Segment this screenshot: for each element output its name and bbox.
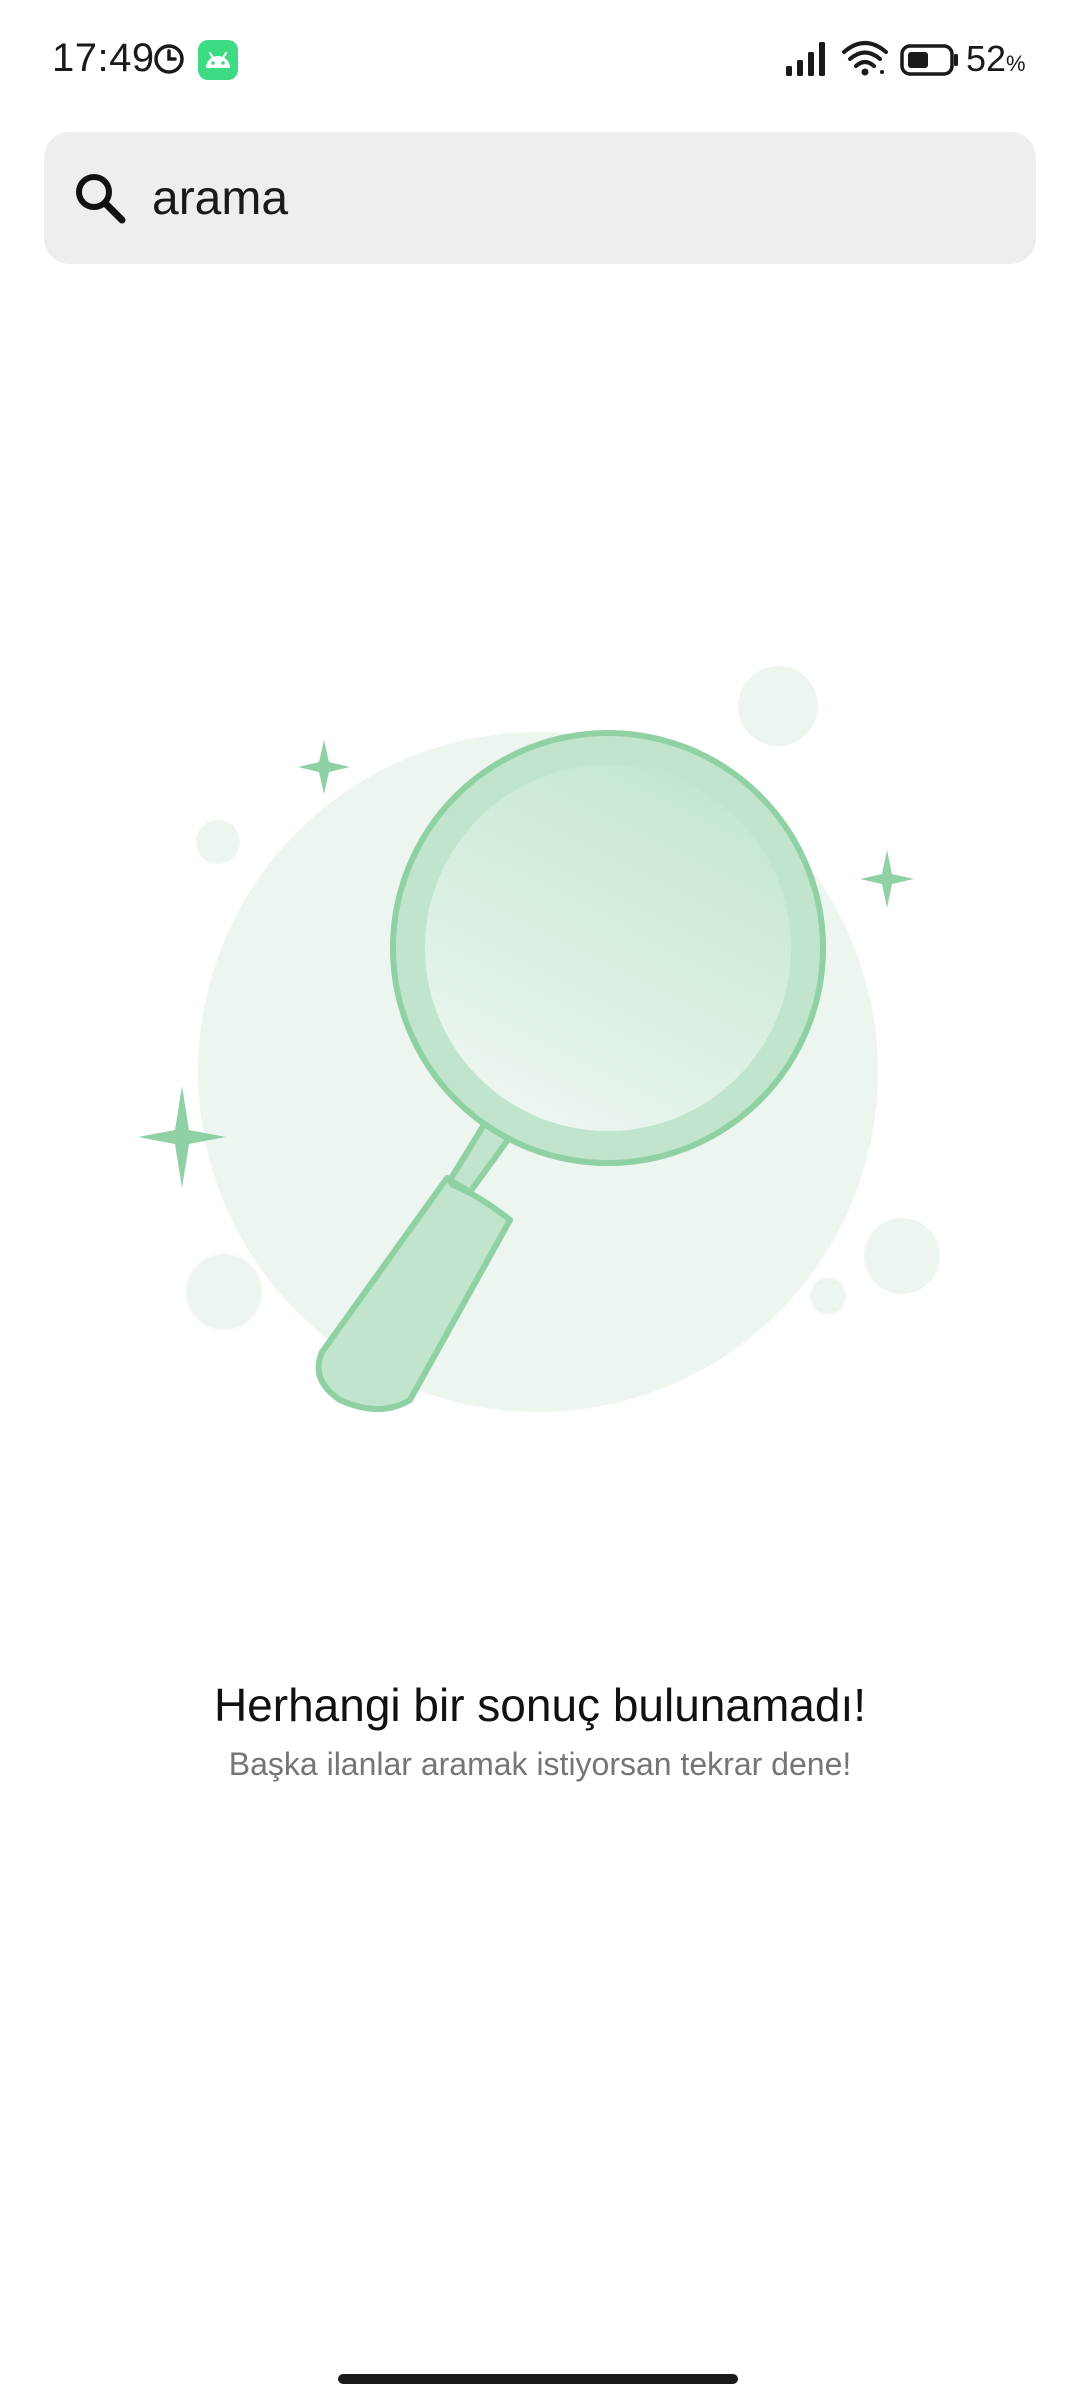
status-bar: 17:49 52% [0,0,1080,120]
sparkle [298,740,350,794]
bubble [810,1278,846,1314]
search-icon[interactable] [70,168,130,228]
battery-percent: 52% [966,38,1026,79]
empty-state-title: Herhangi bir sonuç bulunamadı! [213,1679,867,1731]
screen: 17:49 52% arama Herhangi bir sonuç bulun… [0,0,1080,2400]
battery-icon [900,44,960,81]
alarm-clock-icon [152,42,186,81]
android-app-icon [198,40,238,85]
bubble [186,1254,262,1330]
search-input[interactable] [142,156,1022,240]
bubble [864,1218,940,1294]
search-bar[interactable] [44,132,1036,264]
status-time: 17:49 [52,36,155,80]
wifi-icon [842,40,888,81]
bubble [196,820,240,864]
bubble [738,666,818,746]
empty-state-subtitle: Başka ilanlar aramak istiyorsan tekrar d… [228,1746,852,1782]
home-indicator[interactable] [338,2374,738,2384]
signal-icon [786,42,830,81]
sparkle [860,850,914,908]
magnifying-glass-illustration [120,640,960,1420]
